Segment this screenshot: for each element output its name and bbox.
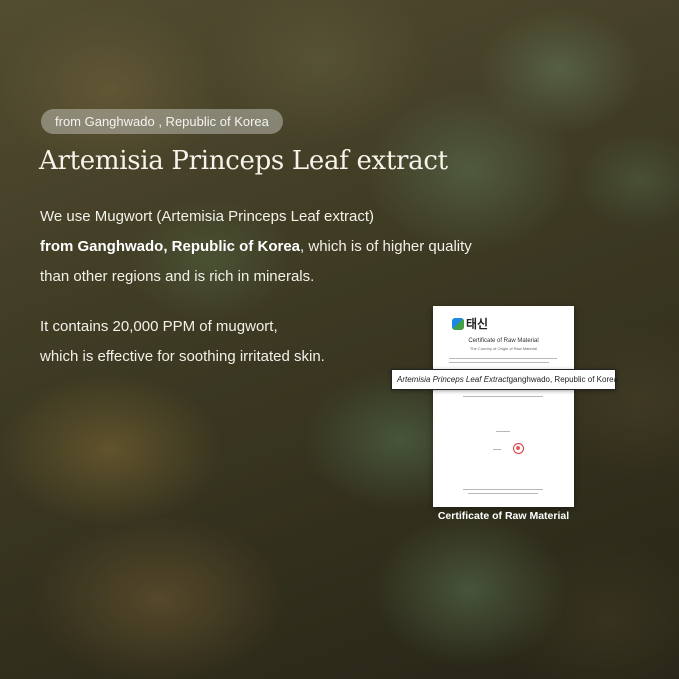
signature-mark: —— [493,446,501,451]
certificate-highlight-band: Artemisia Princeps Leaf Extract ganghwad… [391,369,619,390]
benefit-paragraph: It contains 20,000 PPM of mugwort, which… [40,312,325,372]
description-paragraph: We use Mugwort (Artemisia Princeps Leaf … [40,202,472,292]
text-line [449,362,549,363]
benefit-line-2: which is effective for soothing irritate… [40,348,325,365]
benefit-line-1: It contains 20,000 PPM of mugwort, [40,318,278,335]
origin-tag: from Ganghwado , Republic of Korea [41,109,283,134]
text-line [463,396,543,397]
certificate-doc-title: Certificate of Raw Material [468,338,539,344]
certificate-doc-subtitle: The Country of Origin of Raw Material [469,346,538,351]
band-ingredient: Artemisia Princeps Leaf Extract [397,375,509,384]
page-title: Artemisia Princeps Leaf extract [39,146,448,176]
logo-mark [452,317,464,330]
text-line [449,358,557,359]
logo-text: 태신 [466,317,489,331]
taeshin-logo-icon: 태신 [452,315,488,332]
certificate-caption: Certificate of Raw Material [437,510,570,522]
description-line-2-rest: , which is of higher quality [300,238,472,255]
origin-highlight: from Ganghwado, Republic of Korea [40,238,301,255]
band-origin: ganghwado, Republic of Korea [508,375,619,384]
description-line-3: than other regions and is rich in minera… [40,268,315,285]
description-line-2: from Ganghwado, Republic of Korea, which… [40,232,472,262]
certificate-document: 태신 Certificate of Raw Material The Count… [433,306,574,507]
description-line-1: We use Mugwort (Artemisia Princeps Leaf … [40,208,375,225]
footer-line [468,493,538,494]
red-seal-icon [513,443,524,454]
footer-line [463,489,543,490]
date-line [496,431,510,432]
